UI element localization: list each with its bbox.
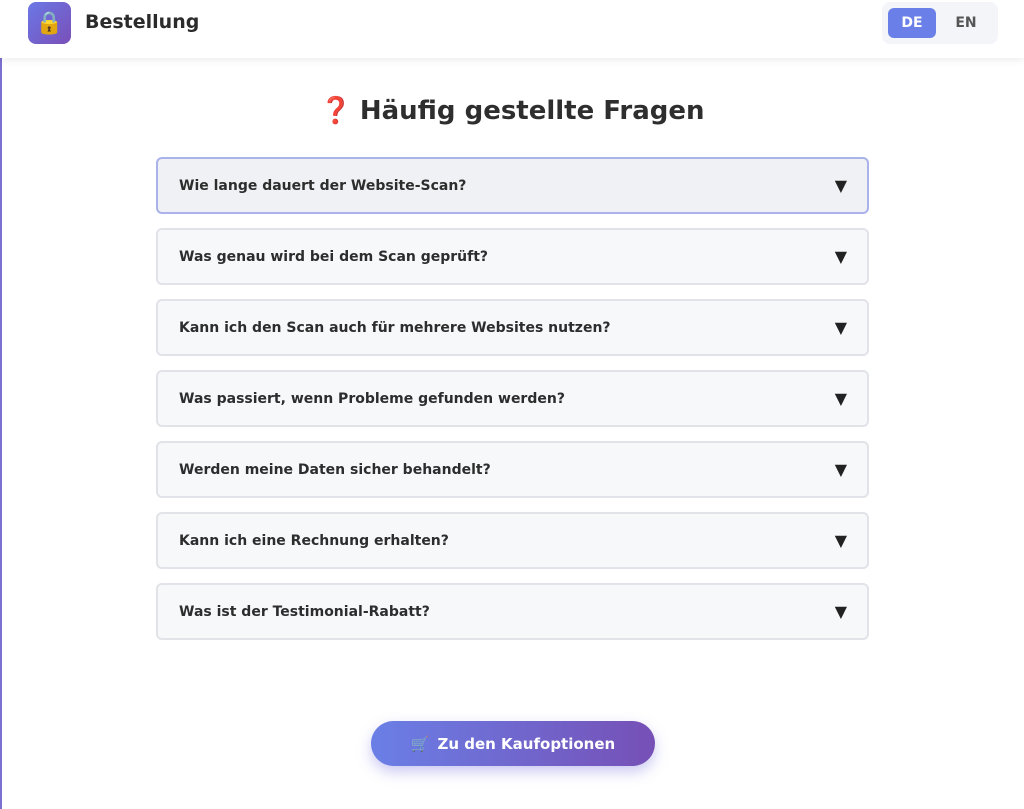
chevron-down-icon: ▼	[834, 602, 847, 621]
language-de-button[interactable]: DE	[888, 8, 936, 38]
faq-heading: ❓ Häufig gestellte Fragen	[0, 96, 1024, 126]
faq-item[interactable]: Was genau wird bei dem Scan geprüft? ▼	[156, 228, 869, 285]
purchase-options-button[interactable]: 🛒 Zu den Kaufoptionen	[371, 721, 655, 766]
chevron-down-icon: ▼	[834, 531, 847, 550]
faq-question: Kann ich den Scan auch für mehrere Websi…	[179, 319, 611, 336]
language-en-button[interactable]: EN	[942, 8, 990, 38]
faq-question: Was genau wird bei dem Scan geprüft?	[179, 248, 489, 265]
chevron-down-icon: ▼	[834, 176, 847, 195]
faq-question: Kann ich eine Rechnung erhalten?	[179, 532, 449, 549]
faq-item[interactable]: Wie lange dauert der Website-Scan? ▼	[156, 157, 869, 214]
top-header: 🔒 Bestellung DE EN	[0, 0, 1024, 58]
chevron-down-icon: ▼	[834, 460, 847, 479]
faq-item[interactable]: Kann ich eine Rechnung erhalten? ▼	[156, 512, 869, 569]
question-mark-icon: ❓	[319, 96, 352, 126]
lock-glyph: 🔒	[35, 10, 64, 36]
faq-item[interactable]: Kann ich den Scan auch für mehrere Websi…	[156, 299, 869, 356]
lock-icon: 🔒	[28, 2, 71, 44]
faq-question: Werden meine Daten sicher behandelt?	[179, 461, 491, 478]
faq-question: Was passiert, wenn Probleme gefunden wer…	[179, 390, 565, 407]
faq-question: Wie lange dauert der Website-Scan?	[179, 177, 467, 194]
faq-item[interactable]: Werden meine Daten sicher behandelt? ▼	[156, 441, 869, 498]
page-title: Bestellung	[85, 11, 200, 33]
shopping-cart-icon: 🛒	[410, 734, 430, 753]
chevron-down-icon: ▼	[834, 318, 847, 337]
left-border-line	[0, 58, 2, 809]
purchase-options-label: Zu den Kaufoptionen	[437, 734, 616, 753]
chevron-down-icon: ▼	[834, 247, 847, 266]
faq-heading-text: Häufig gestellte Fragen	[359, 96, 705, 126]
faq-item[interactable]: Was passiert, wenn Probleme gefunden wer…	[156, 370, 869, 427]
faq-item[interactable]: Was ist der Testimonial-Rabatt? ▼	[156, 583, 869, 640]
language-switcher: DE EN	[882, 2, 998, 44]
chevron-down-icon: ▼	[834, 389, 847, 408]
faq-question: Was ist der Testimonial-Rabatt?	[179, 603, 430, 620]
